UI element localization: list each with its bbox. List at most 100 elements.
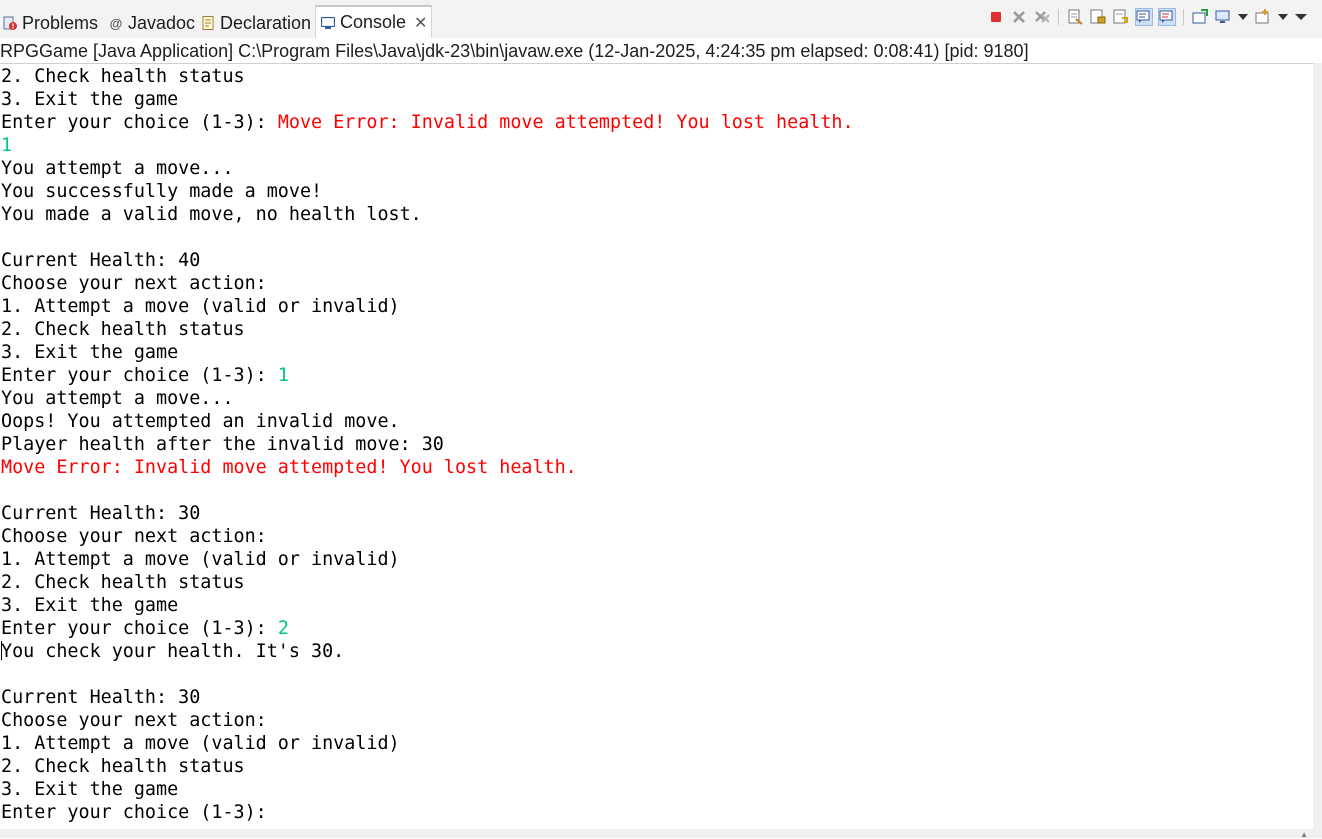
- console-line: You successfully made a move!: [0, 180, 1313, 203]
- tab-label: Console: [340, 12, 407, 32]
- console-text: 2. Check health status: [1, 572, 245, 593]
- chevron-down-icon[interactable]: [1277, 8, 1289, 26]
- display-console-icon[interactable]: [1214, 8, 1232, 26]
- console-line: Choose your next action:: [0, 272, 1313, 295]
- console-line: Oops! You attempted an invalid move.: [0, 410, 1313, 433]
- console-toolbar: [987, 8, 1308, 26]
- console-user-input: 1: [1, 135, 13, 156]
- console-line: You attempt a move...: [0, 387, 1313, 410]
- terminate-icon[interactable]: [987, 8, 1005, 26]
- console-text: Enter your choice (1-3):: [1, 802, 278, 823]
- console-text: Enter your choice (1-3):: [1, 365, 278, 386]
- console-line: 2. Check health status: [0, 65, 1313, 88]
- problems-icon: [2, 15, 18, 31]
- console-text: You attempt a move...: [1, 388, 234, 409]
- word-wrap-icon[interactable]: [1112, 8, 1130, 26]
- tab-javadoc[interactable]: @ Javadoc: [108, 8, 195, 38]
- console-text: Current Health: 30: [1, 503, 201, 524]
- console-line: Player health after the invalid move: 30: [0, 433, 1313, 456]
- console-icon: [320, 15, 336, 31]
- console-text: 3. Exit the game: [1, 89, 179, 110]
- console-error-text: Move Error: Invalid move attempted! You …: [1, 457, 577, 478]
- console-text: You successfully made a move!: [1, 181, 323, 202]
- chevron-down-icon[interactable]: [1237, 8, 1249, 26]
- console-text: Enter your choice (1-3):: [1, 112, 278, 133]
- console-text: You attempt a move...: [1, 158, 234, 179]
- console-text: 2. Check health status: [1, 319, 245, 340]
- console-line: 2. Check health status: [0, 318, 1313, 341]
- console-line: Enter your choice (1-3): 1: [0, 364, 1313, 387]
- javadoc-icon: @: [109, 15, 123, 31]
- console-line: 3. Exit the game: [0, 341, 1313, 364]
- console-line: 1: [0, 134, 1313, 157]
- console-line: You check your health. It's 30.: [0, 640, 1313, 663]
- toolbar-separator: [1058, 9, 1059, 25]
- console-user-input: 2: [277, 618, 289, 639]
- console-error-text: Move Error: Invalid move attempted! You …: [277, 112, 854, 133]
- console-line: Current Health: 30: [0, 686, 1313, 709]
- scroll-lock-icon[interactable]: [1089, 8, 1107, 26]
- console-line: You attempt a move...: [0, 157, 1313, 180]
- console-text: Choose your next action:: [1, 273, 267, 294]
- console-line: Choose your next action:: [0, 525, 1313, 548]
- clear-console-icon[interactable]: [1066, 8, 1084, 26]
- tab-label: Declaration: [220, 12, 312, 33]
- remove-launch-icon[interactable]: [1010, 8, 1028, 26]
- console-line: 2. Check health status: [0, 571, 1313, 594]
- tab-problems[interactable]: Problems: [2, 8, 98, 38]
- show-on-stdout-icon[interactable]: [1135, 8, 1153, 26]
- close-icon[interactable]: ✕: [414, 13, 427, 33]
- console-line: Enter your choice (1-3): Move Error: Inv…: [0, 111, 1313, 134]
- console-text: 1. Attempt a move (valid or invalid): [1, 296, 400, 317]
- tab-label: Problems: [22, 12, 99, 33]
- console-line: 3. Exit the game: [0, 778, 1313, 801]
- console-text: You made a valid move, no health lost.: [1, 204, 422, 225]
- open-console-icon[interactable]: [1254, 8, 1272, 26]
- console-line: 3. Exit the game: [0, 594, 1313, 617]
- console-user-input: 1: [277, 365, 289, 386]
- console-line: You made a valid move, no health lost.: [0, 203, 1313, 226]
- tab-console[interactable]: Console ✕: [315, 5, 433, 38]
- console-text: Choose your next action:: [1, 710, 267, 731]
- console-line: 1. Attempt a move (valid or invalid): [0, 732, 1313, 755]
- console-line: 1. Attempt a move (valid or invalid): [0, 295, 1313, 318]
- process-info: RPGGame [Java Application] C:\Program Fi…: [0, 39, 1322, 64]
- console-line: 3. Exit the game: [0, 88, 1313, 111]
- view-tab-bar: Problems @ Javadoc Declaration Console ✕: [0, 0, 1322, 38]
- console-line: Move Error: Invalid move attempted! You …: [0, 456, 1313, 479]
- console-text: 2. Check health status: [1, 66, 245, 87]
- declaration-icon: [200, 15, 216, 31]
- console-line: Enter your choice (1-3): 2: [0, 617, 1313, 640]
- console-line: Choose your next action:: [0, 709, 1313, 732]
- console-text: 2. Check health status: [1, 756, 245, 777]
- tab-label: Javadoc: [128, 12, 196, 33]
- view-menu-icon[interactable]: [1294, 8, 1308, 26]
- tab-declaration[interactable]: Declaration: [200, 8, 311, 38]
- console-text: Enter your choice (1-3):: [1, 618, 278, 639]
- console-text: You check your health. It's 30.: [1, 641, 345, 662]
- console-text: 1. Attempt a move (valid or invalid): [1, 549, 400, 570]
- show-on-stderr-icon[interactable]: [1158, 8, 1176, 26]
- console-text: Current Health: 30: [1, 687, 201, 708]
- pin-console-icon[interactable]: [1191, 8, 1209, 26]
- vertical-scrollbar[interactable]: [1313, 63, 1322, 829]
- console-line: 2. Check health status: [0, 755, 1313, 778]
- console-line: 1. Attempt a move (valid or invalid): [0, 548, 1313, 571]
- console-text: Player health after the invalid move: 30: [1, 434, 444, 455]
- console-text: Current Health: 40: [1, 250, 201, 271]
- console-text: Choose your next action:: [1, 526, 267, 547]
- console-line: Current Health: 30: [0, 502, 1313, 525]
- horizontal-scrollbar[interactable]: ▲: [0, 829, 1322, 839]
- console-text: 3. Exit the game: [1, 779, 179, 800]
- console-line: Enter your choice (1-3):: [0, 801, 1313, 824]
- toolbar-separator: [1183, 9, 1184, 25]
- console-text: 1. Attempt a move (valid or invalid): [1, 733, 400, 754]
- console-text: 3. Exit the game: [1, 595, 179, 616]
- console-text: Oops! You attempted an invalid move.: [1, 411, 400, 432]
- console-line: Current Health: 40: [0, 249, 1313, 272]
- console-output[interactable]: 2. Check health status 3. Exit the game En…: [0, 65, 1313, 827]
- remove-all-terminated-icon[interactable]: [1033, 8, 1051, 26]
